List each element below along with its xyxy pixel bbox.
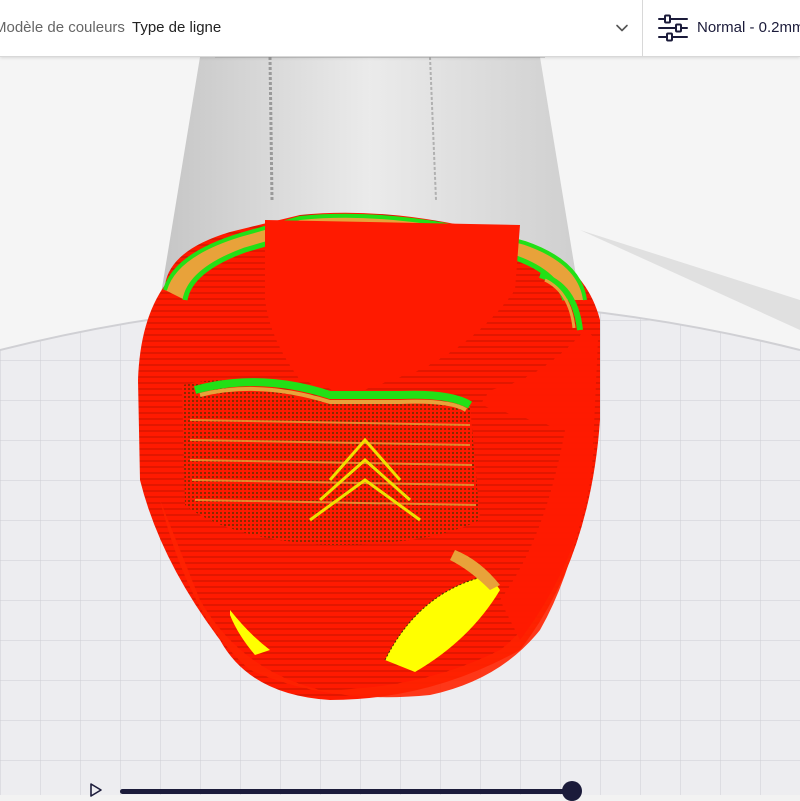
color-scheme-value[interactable]: Type de ligne [132, 19, 221, 36]
layer-scrubber [0, 770, 800, 801]
layer-view-render [0, 57, 800, 795]
color-scheme-dropdown[interactable]: Modèle de couleurs Type de ligne [0, 0, 643, 56]
top-toolbar: Modèle de couleurs Type de ligne Normal … [0, 0, 800, 57]
chevron-down-icon[interactable] [614, 20, 630, 36]
sliders-icon [658, 14, 688, 42]
play-icon[interactable] [88, 782, 104, 798]
layer-slider-handle[interactable] [562, 781, 582, 801]
profile-label: Normal - 0.2mm [697, 19, 800, 36]
3d-viewport[interactable] [0, 57, 800, 795]
layer-slider-track[interactable] [120, 789, 572, 794]
print-settings-button[interactable]: Normal - 0.2mm [643, 0, 800, 56]
color-scheme-label: Modèle de couleurs [0, 19, 125, 36]
